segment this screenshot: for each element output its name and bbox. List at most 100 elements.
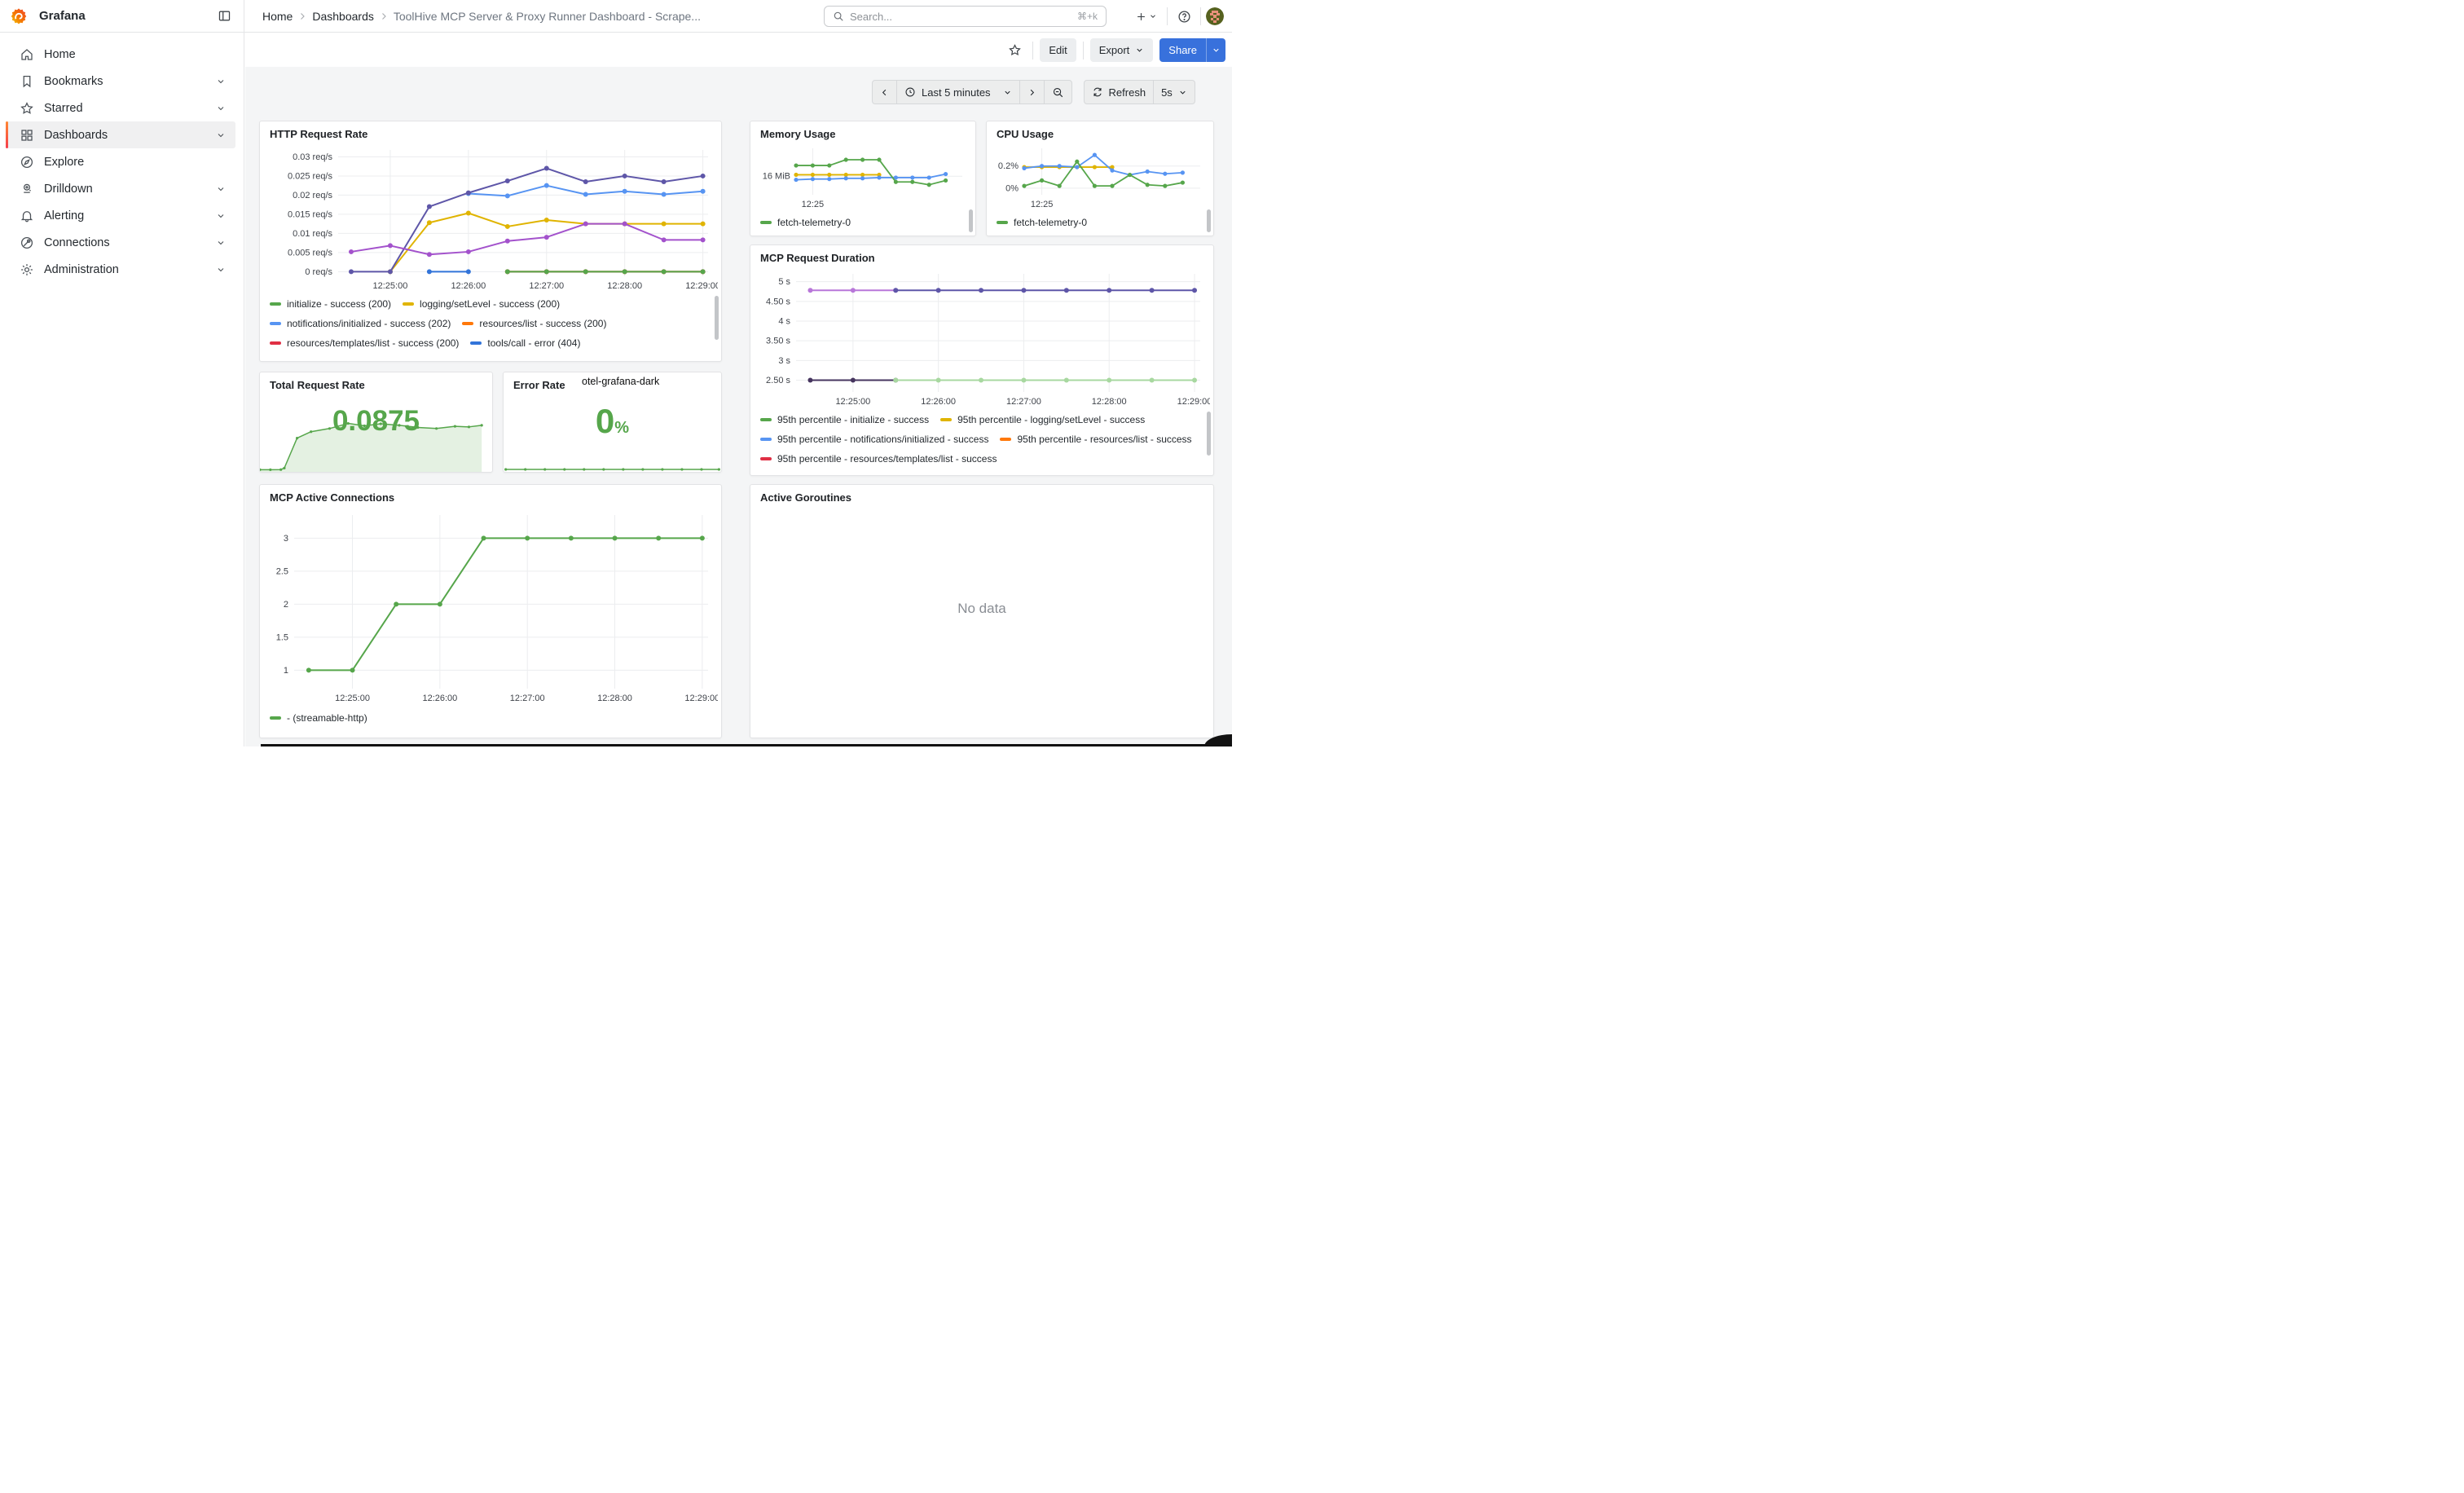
panel-mcp-active-connections[interactable]: MCP Active Connections 12:25:0012:26:001… <box>259 484 722 738</box>
refresh-button[interactable]: Refresh <box>1085 81 1155 103</box>
legend-swatch <box>270 716 281 720</box>
legend-scrollbar[interactable] <box>715 296 719 340</box>
sidebar-item-explore[interactable]: Explore <box>6 148 235 175</box>
svg-text:0.025 req/s: 0.025 req/s <box>288 171 333 181</box>
panel-cpu-usage[interactable]: CPU Usage 12:250.2%0% fetch-telemetry-0 <box>986 121 1214 236</box>
sidebar-item-connections[interactable]: Connections <box>6 229 235 256</box>
mcp-request-duration-chart[interactable]: 12:25:0012:26:0012:27:0012:28:0012:29:00… <box>754 268 1210 408</box>
mcp-active-connections-chart[interactable]: 12:25:0012:26:0012:27:0012:28:0012:29:00… <box>263 509 718 705</box>
chevron-down-icon[interactable] <box>216 130 226 140</box>
panel-total-request-rate[interactable]: Total Request Rate 0.0875 <box>259 372 493 473</box>
compass-icon <box>20 155 34 170</box>
share-button[interactable]: Share <box>1159 38 1206 62</box>
chevron-down-icon[interactable] <box>216 103 226 113</box>
chevron-down-icon[interactable] <box>216 211 226 221</box>
sidebar-item-drilldown[interactable]: Drilldown <box>6 175 235 202</box>
chevron-left-icon <box>880 88 889 97</box>
svg-text:12:26:00: 12:26:00 <box>451 281 486 291</box>
legend-item[interactable]: - (streamable-http) <box>270 708 367 728</box>
bell-icon <box>20 209 34 223</box>
legend-swatch <box>760 221 772 224</box>
chevron-down-icon[interactable] <box>216 77 226 86</box>
http-request-rate-chart[interactable]: 12:25:0012:26:0012:27:0012:28:0012:29:00… <box>263 144 718 293</box>
sidebar-toggle-icon[interactable] <box>213 5 235 28</box>
legend-item[interactable]: tools/list - success (200) <box>406 353 528 358</box>
legend-item[interactable]: tools/call - error (404) <box>470 333 580 353</box>
cpu-legend: fetch-telemetry-0 <box>997 213 1202 234</box>
legend-swatch <box>403 302 414 306</box>
time-shift-back-button[interactable] <box>873 81 897 103</box>
panel-title: CPU Usage <box>987 121 1213 142</box>
sidebar-item-dashboards[interactable]: Dashboards <box>6 121 235 148</box>
sidebar-item-administration[interactable]: Administration <box>6 256 235 283</box>
export-button[interactable]: Export <box>1090 38 1154 62</box>
time-controls: Last 5 minutes Refresh 5s <box>872 80 1195 104</box>
sidebar-item-bookmarks[interactable]: Bookmarks <box>6 68 235 95</box>
connections-legend: - (streamable-http) <box>270 708 710 731</box>
svg-text:12:27:00: 12:27:00 <box>1006 397 1041 407</box>
svg-text:3 s: 3 s <box>778 356 790 366</box>
chevron-down-icon <box>1212 46 1221 55</box>
svg-text:12:27:00: 12:27:00 <box>510 694 545 703</box>
svg-text:0%: 0% <box>1005 183 1019 193</box>
panel-http-request-rate[interactable]: HTTP Request Rate 12:25:0012:26:0012:27:… <box>259 121 722 362</box>
screen-edge-artifact <box>261 744 1232 746</box>
legend-item[interactable]: unknown - success (200) <box>539 353 665 358</box>
legend-item[interactable]: 95th percentile - logging/setLevel - suc… <box>940 410 1145 429</box>
help-icon[interactable] <box>1173 5 1195 28</box>
chevron-down-icon[interactable] <box>216 184 226 194</box>
legend-item[interactable]: 95th percentile - notifications/initiali… <box>760 429 988 449</box>
legend-item[interactable]: 95th percentile - initialize - success <box>760 410 929 429</box>
panel-error-rate[interactable]: Error Rate otel-grafana-dark 0% <box>503 372 722 473</box>
breadcrumb-home[interactable]: Home <box>262 10 293 23</box>
legend-item[interactable]: resources/templates/list - success (200) <box>270 333 459 353</box>
legend-item[interactable]: fetch-telemetry-0 <box>760 213 851 232</box>
sidebar-item-home[interactable]: Home <box>6 41 235 68</box>
grafana-logo[interactable] <box>10 7 28 25</box>
cpu-usage-chart[interactable]: 12:250.2%0% <box>990 143 1210 211</box>
legend-scrollbar[interactable] <box>1207 209 1211 232</box>
legend-item[interactable]: initialize - success (200) <box>270 294 391 314</box>
legend-item[interactable]: tools/call - success (200) <box>270 353 394 358</box>
divider <box>1167 7 1168 25</box>
svg-text:12:29:00: 12:29:00 <box>685 281 718 291</box>
zoom-out-button[interactable] <box>1045 81 1071 103</box>
legend-swatch <box>940 418 952 421</box>
svg-text:12:26:00: 12:26:00 <box>422 694 457 703</box>
panel-mcp-request-duration[interactable]: MCP Request Duration 12:25:0012:26:0012:… <box>750 244 1214 476</box>
svg-text:0.02 req/s: 0.02 req/s <box>293 191 332 200</box>
legend-item[interactable]: notifications/initialized - success (202… <box>270 314 451 333</box>
legend-item[interactable]: 95th percentile - resources/templates/li… <box>760 449 997 469</box>
refresh-interval-select[interactable]: 5s <box>1154 81 1195 103</box>
legend-item[interactable]: logging/setLevel - success (200) <box>403 294 560 314</box>
legend-swatch <box>270 322 281 325</box>
legend-item[interactable]: 95th percentile - resources/list - succe… <box>1000 429 1191 449</box>
legend-swatch <box>270 302 281 306</box>
search-input[interactable]: Search... ⌘+k <box>824 6 1107 27</box>
breadcrumb-dashboards[interactable]: Dashboards <box>312 10 374 23</box>
memory-usage-chart[interactable]: 12:2516 MiB <box>754 143 972 211</box>
time-shift-forward-button[interactable] <box>1020 81 1045 103</box>
zoom-out-icon <box>1052 86 1064 99</box>
legend-item[interactable]: fetch-telemetry-0 <box>997 213 1087 232</box>
sidebar-item-alerting[interactable]: Alerting <box>6 202 235 229</box>
chevron-down-icon[interactable] <box>216 265 226 275</box>
breadcrumb: Home Dashboards ToolHive MCP Server & Pr… <box>262 10 701 23</box>
favorite-star-button[interactable] <box>1003 39 1026 62</box>
panel-active-goroutines[interactable]: Active Goroutines No data <box>750 484 1214 738</box>
panel-memory-usage[interactable]: Memory Usage 12:2516 MiB fetch-telemetry… <box>750 121 976 236</box>
chevron-down-icon[interactable] <box>216 238 226 248</box>
sidebar-item-starred[interactable]: Starred <box>6 95 235 121</box>
user-avatar[interactable] <box>1206 7 1224 25</box>
edit-button[interactable]: Edit <box>1040 38 1076 62</box>
legend-item[interactable]: resources/list - success (200) <box>462 314 606 333</box>
svg-text:12:28:00: 12:28:00 <box>597 694 632 703</box>
legend-swatch <box>760 438 772 441</box>
legend-scrollbar[interactable] <box>969 209 973 232</box>
legend-swatch <box>760 457 772 460</box>
share-dropdown-caret[interactable] <box>1206 38 1225 62</box>
add-button[interactable] <box>1129 5 1162 28</box>
legend-scrollbar[interactable] <box>1207 412 1211 456</box>
time-range-picker[interactable]: Last 5 minutes <box>897 81 1020 103</box>
overlay-note: otel-grafana-dark <box>582 376 659 387</box>
